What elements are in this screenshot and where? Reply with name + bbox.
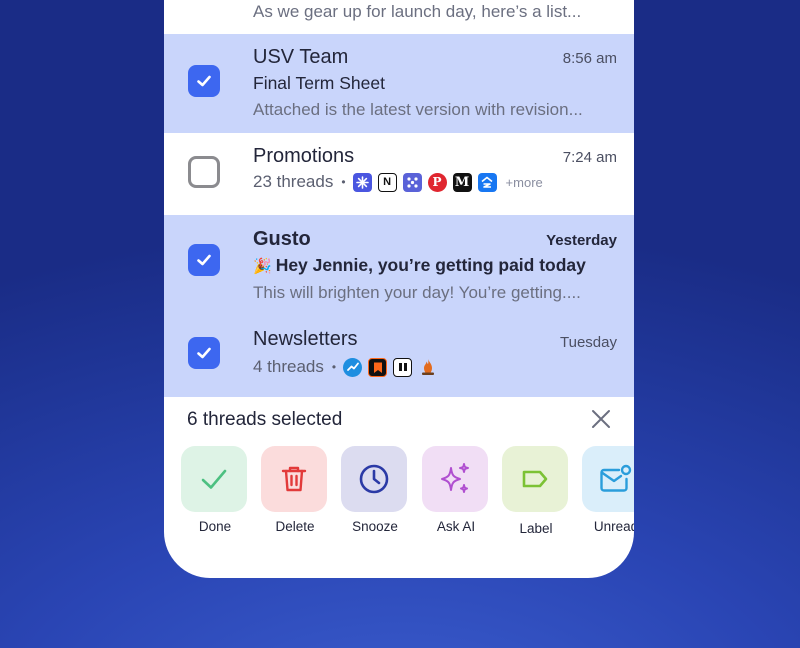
thread-senders-summary: 23 threads • N P M +more bbox=[253, 171, 543, 193]
thread-row-previous[interactable]: As we gear up for launch day, here’s a l… bbox=[164, 0, 634, 33]
quote-logo-icon bbox=[393, 357, 413, 377]
label-button[interactable]: Label bbox=[502, 446, 570, 536]
sparkles-icon bbox=[441, 463, 469, 493]
thread-sender: Promotions bbox=[253, 145, 355, 167]
bookmark-logo-icon bbox=[368, 357, 388, 377]
close-icon[interactable] bbox=[590, 408, 612, 430]
thread-subject: Final Term Sheet bbox=[253, 73, 385, 93]
snooze-button[interactable]: Snooze bbox=[341, 446, 409, 534]
unread-button[interactable]: Unread bbox=[582, 446, 634, 534]
thread-subject-text: Hey Jennie, you’re getting paid today bbox=[275, 255, 586, 275]
action-label: Done bbox=[198, 519, 232, 534]
checkmark-icon bbox=[197, 347, 211, 359]
thread-senders-summary: 4 threads • bbox=[253, 356, 443, 378]
thread-checkbox[interactable] bbox=[188, 156, 220, 188]
thread-sender: USV Team bbox=[253, 46, 349, 68]
action-label: Delete bbox=[275, 519, 315, 534]
tag-icon bbox=[522, 470, 548, 488]
thread-preview: As we gear up for launch day, here’s a l… bbox=[253, 2, 582, 21]
thread-row-usv-team[interactable]: USV Team 8:56 am Final Term Sheet Attach… bbox=[164, 34, 634, 133]
thread-count: 4 threads bbox=[253, 357, 324, 376]
thread-row-newsletters[interactable]: Newsletters Tuesday 4 threads • bbox=[164, 318, 634, 397]
clock-icon bbox=[359, 464, 389, 494]
thread-preview: This will brighten your day! You’re gett… bbox=[253, 283, 581, 302]
thread-sender: Newsletters bbox=[253, 328, 358, 350]
action-label: Ask AI bbox=[436, 519, 476, 534]
checkmark-icon bbox=[197, 75, 211, 87]
separator-dot: • bbox=[341, 175, 346, 189]
thread-time: Yesterday bbox=[546, 232, 617, 249]
snooze-tile[interactable] bbox=[341, 446, 407, 512]
action-label: Unread bbox=[593, 519, 634, 534]
chart-logo-icon bbox=[343, 357, 363, 377]
thread-sender: Gusto bbox=[253, 228, 311, 250]
zillow-logo-icon bbox=[477, 172, 497, 192]
thread-time: 8:56 am bbox=[562, 50, 617, 67]
done-tile[interactable] bbox=[181, 446, 247, 512]
thread-checkbox[interactable] bbox=[188, 244, 220, 276]
ask-ai-button[interactable]: Ask AI bbox=[422, 446, 490, 534]
notion-logo-icon: N bbox=[377, 172, 397, 192]
separator-dot: • bbox=[331, 360, 337, 374]
more-senders-link[interactable]: +more bbox=[506, 175, 543, 190]
done-button[interactable]: Done bbox=[181, 446, 249, 534]
fire-logo-icon bbox=[418, 358, 437, 377]
unread-tile[interactable] bbox=[582, 446, 634, 512]
checkmark-icon bbox=[197, 254, 211, 266]
action-label: Label bbox=[519, 521, 553, 536]
thread-row-promotions[interactable]: Promotions 7:24 am 23 threads • N P M +m… bbox=[164, 133, 634, 215]
delete-button[interactable]: Delete bbox=[261, 446, 329, 534]
thread-time: 7:24 am bbox=[562, 149, 617, 166]
phone-screen: As we gear up for launch day, here’s a l… bbox=[164, 0, 634, 578]
thread-checkbox[interactable] bbox=[188, 65, 220, 97]
thread-subject: 🎉 Hey Jennie, you’re getting paid today bbox=[253, 255, 586, 276]
pinterest-logo-icon: P bbox=[427, 172, 447, 192]
label-tile[interactable] bbox=[502, 446, 568, 512]
delete-tile[interactable] bbox=[261, 446, 327, 512]
party-popper-icon: 🎉 bbox=[253, 258, 272, 275]
thread-row-gusto[interactable]: Gusto Yesterday 🎉 Hey Jennie, you’re gett… bbox=[164, 215, 634, 318]
medium-logo-icon: M bbox=[452, 172, 472, 192]
mail-unread-icon bbox=[600, 464, 632, 492]
thread-time: Tuesday bbox=[560, 334, 617, 351]
thread-checkbox[interactable] bbox=[188, 337, 220, 369]
dots-logo-icon bbox=[402, 172, 422, 192]
selection-count: 6 threads selected bbox=[187, 409, 343, 430]
thread-count: 23 threads bbox=[253, 172, 334, 191]
trash-icon bbox=[281, 466, 307, 492]
ask-ai-tile[interactable] bbox=[422, 446, 488, 512]
action-label: Snooze bbox=[352, 519, 398, 534]
check-icon bbox=[201, 469, 227, 489]
thread-preview: Attached is the latest version with revi… bbox=[253, 100, 583, 119]
asterisk-logo-icon bbox=[352, 172, 372, 192]
